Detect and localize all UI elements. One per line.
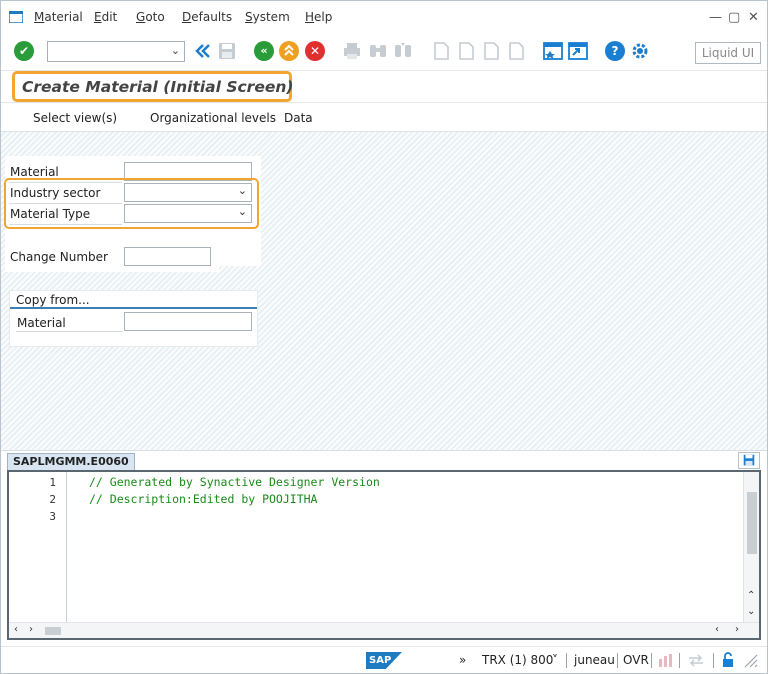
separator bbox=[617, 653, 618, 668]
exit-icon[interactable] bbox=[279, 41, 299, 61]
user-name: juneau bbox=[574, 653, 615, 667]
standard-toolbar: ✔ ⌄ « ✕ ? Liquid UI bbox=[1, 34, 767, 70]
editor-tab-bar: SAPLMGMM.E0060 bbox=[1, 450, 767, 471]
menu-material[interactable]: Material bbox=[34, 10, 83, 24]
chevron-right-icon[interactable]: › bbox=[735, 624, 739, 635]
lock-icon[interactable] bbox=[721, 652, 735, 668]
menu-help[interactable]: Help bbox=[305, 10, 332, 24]
create-session-icon[interactable] bbox=[543, 41, 563, 61]
vertical-scrollbar[interactable]: ⌃ ⌄ bbox=[743, 472, 759, 624]
close-window-icon[interactable]: ✕ bbox=[748, 10, 759, 25]
chevron-down-icon[interactable]: ˅ bbox=[552, 653, 558, 667]
customize-icon[interactable] bbox=[630, 41, 650, 61]
expand-status-icon[interactable]: » bbox=[459, 653, 466, 667]
status-bar: SAP » TRX (1) 800 ˅ juneau OVR bbox=[1, 646, 767, 673]
code-line[interactable]: // Generated by Synactive Designer Versi… bbox=[89, 475, 380, 489]
connection-icon bbox=[689, 654, 703, 667]
last-page-icon[interactable] bbox=[506, 41, 526, 61]
scroll-thumb[interactable] bbox=[45, 627, 61, 635]
menu-edit[interactable]: Edit bbox=[94, 10, 117, 24]
chevron-up-icon[interactable]: ⌃ bbox=[747, 590, 755, 601]
menu-goto[interactable]: Goto bbox=[136, 10, 165, 24]
copy-material-label: Material bbox=[17, 316, 66, 330]
editor-tab[interactable]: SAPLMGMM.E0060 bbox=[7, 453, 135, 471]
help-icon[interactable]: ? bbox=[605, 41, 625, 61]
save-icon[interactable] bbox=[217, 41, 237, 61]
double-chevron-left-icon[interactable] bbox=[193, 41, 213, 61]
menu-system[interactable]: System bbox=[245, 10, 290, 24]
find-next-icon[interactable] bbox=[393, 41, 413, 61]
input-mode[interactable]: OVR bbox=[623, 653, 649, 667]
change-number-label: Change Number bbox=[10, 250, 108, 264]
resize-grip-icon[interactable] bbox=[743, 653, 759, 668]
separator bbox=[566, 653, 567, 668]
chevron-down-icon[interactable]: ⌄ bbox=[747, 606, 755, 617]
enter-icon[interactable]: ✔ bbox=[14, 41, 34, 61]
line-number-gutter: 1 2 3 bbox=[9, 472, 67, 624]
transaction-info: TRX (1) 800 bbox=[482, 653, 554, 667]
screen-content: Material Industry sector ⌄ Material Type… bbox=[1, 132, 767, 450]
select-views-button[interactable]: Select view(s) bbox=[33, 111, 117, 125]
field-highlight bbox=[4, 178, 259, 229]
line-number: 1 bbox=[49, 476, 56, 489]
back-icon[interactable]: « bbox=[254, 41, 274, 61]
first-page-icon[interactable] bbox=[431, 41, 451, 61]
page-title: Create Material (Initial Screen) bbox=[22, 78, 294, 96]
chevron-down-icon[interactable]: ⌄ bbox=[171, 44, 180, 57]
line-number: 2 bbox=[49, 493, 56, 506]
print-icon[interactable] bbox=[342, 41, 362, 61]
group-divider bbox=[10, 307, 257, 309]
maximize-icon[interactable]: ▢ bbox=[728, 10, 740, 25]
material-label: Material bbox=[10, 165, 59, 179]
script-editor[interactable]: 1 2 3 // Generated by Synactive Designer… bbox=[7, 470, 761, 640]
sap-menu-icon[interactable] bbox=[9, 11, 23, 23]
code-line[interactable]: // Description:Edited by POOJITHA bbox=[89, 492, 317, 506]
separator bbox=[679, 653, 680, 668]
data-button[interactable]: Data bbox=[284, 111, 313, 125]
line-number: 3 bbox=[49, 510, 56, 523]
copy-from-group: Copy from... Material bbox=[9, 290, 258, 347]
sap-logo: SAP bbox=[366, 652, 402, 669]
organizational-levels-button[interactable]: Organizational levels bbox=[150, 111, 276, 125]
command-field[interactable]: ⌄ bbox=[47, 41, 185, 62]
cancel-icon[interactable]: ✕ bbox=[305, 41, 325, 61]
separator bbox=[713, 653, 714, 668]
menu-defaults[interactable]: Defaults bbox=[182, 10, 232, 24]
shortcut-icon[interactable] bbox=[568, 41, 588, 61]
separator bbox=[651, 653, 652, 668]
find-icon[interactable] bbox=[368, 41, 388, 61]
liquid-ui-button[interactable]: Liquid UI bbox=[695, 42, 761, 64]
minimize-icon[interactable]: — bbox=[709, 10, 722, 25]
horizontal-scrollbar[interactable]: ‹ › ‹ › bbox=[9, 622, 759, 638]
scroll-thumb[interactable] bbox=[747, 492, 757, 554]
performance-icon bbox=[659, 654, 672, 667]
chevron-left-icon[interactable]: ‹ bbox=[715, 624, 719, 635]
chevron-left-icon[interactable]: ‹ bbox=[14, 624, 18, 635]
title-bar: Create Material (Initial Screen) bbox=[1, 70, 767, 102]
copy-material-input[interactable] bbox=[124, 312, 252, 331]
change-number-input[interactable] bbox=[124, 247, 211, 266]
next-page-icon[interactable] bbox=[481, 41, 501, 61]
save-script-icon[interactable] bbox=[738, 452, 760, 469]
previous-page-icon[interactable] bbox=[456, 41, 476, 61]
application-toolbar: Select view(s) Organizational levels Dat… bbox=[1, 102, 767, 132]
menu-bar: Material Edit Goto Defaults System Help … bbox=[1, 1, 767, 34]
sap-gui-window: Material Edit Goto Defaults System Help … bbox=[0, 0, 768, 674]
copy-from-title: Copy from... bbox=[16, 293, 90, 307]
title-highlight: Create Material (Initial Screen) bbox=[12, 71, 294, 102]
chevron-right-icon[interactable]: › bbox=[29, 624, 33, 635]
label-underline bbox=[16, 331, 123, 332]
